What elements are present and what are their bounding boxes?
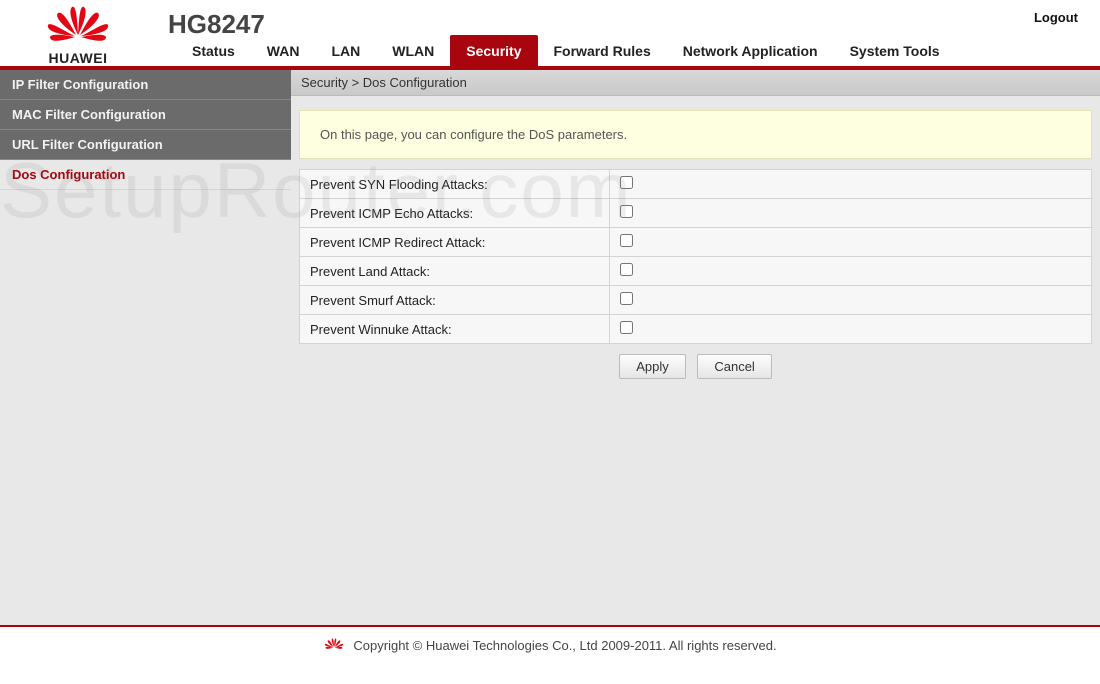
sidebar-item-url-filter-configuration[interactable]: URL Filter Configuration (0, 130, 291, 160)
setting-checkbox[interactable] (620, 321, 633, 334)
setting-checkbox[interactable] (620, 234, 633, 247)
setting-checkbox[interactable] (620, 176, 633, 189)
sidebar: IP Filter ConfigurationMAC Filter Config… (0, 70, 291, 625)
info-box: On this page, you can configure the DoS … (299, 110, 1092, 159)
setting-row: Prevent Smurf Attack: (300, 286, 1092, 315)
tab-system-tools[interactable]: System Tools (834, 35, 956, 66)
logo-block: HUAWEI (18, 5, 138, 66)
setting-input-cell (610, 228, 1092, 257)
setting-checkbox[interactable] (620, 263, 633, 276)
top-nav: StatusWANLANWLANSecurityForward RulesNet… (176, 35, 956, 66)
setting-row: Prevent SYN Flooding Attacks: (300, 170, 1092, 199)
logout-link[interactable]: Logout (1034, 10, 1078, 25)
setting-row: Prevent ICMP Redirect Attack: (300, 228, 1092, 257)
sidebar-item-dos-configuration[interactable]: Dos Configuration (0, 160, 291, 190)
cancel-button[interactable]: Cancel (697, 354, 771, 379)
setting-label: Prevent Winnuke Attack: (300, 315, 610, 344)
tab-forward-rules[interactable]: Forward Rules (538, 35, 667, 66)
sidebar-item-mac-filter-configuration[interactable]: MAC Filter Configuration (0, 100, 291, 130)
tab-wlan[interactable]: WLAN (376, 35, 450, 66)
setting-row: Prevent ICMP Echo Attacks: (300, 199, 1092, 228)
setting-label: Prevent ICMP Echo Attacks: (300, 199, 610, 228)
tab-status[interactable]: Status (176, 35, 251, 66)
tab-wan[interactable]: WAN (251, 35, 316, 66)
setting-label: Prevent ICMP Redirect Attack: (300, 228, 610, 257)
footer-logo-icon (323, 635, 345, 656)
footer: Copyright © Huawei Technologies Co., Ltd… (0, 625, 1100, 670)
setting-row: Prevent Land Attack: (300, 257, 1092, 286)
footer-text: Copyright © Huawei Technologies Co., Ltd… (353, 638, 776, 653)
setting-checkbox[interactable] (620, 205, 633, 218)
tab-security[interactable]: Security (450, 35, 537, 66)
setting-input-cell (610, 286, 1092, 315)
setting-row: Prevent Winnuke Attack: (300, 315, 1092, 344)
header: HUAWEI HG8247 Logout StatusWANLANWLANSec… (0, 0, 1100, 66)
brand-text: HUAWEI (49, 50, 108, 66)
sidebar-item-ip-filter-configuration[interactable]: IP Filter Configuration (0, 70, 291, 100)
action-row: Apply Cancel (299, 344, 1092, 389)
setting-input-cell (610, 257, 1092, 286)
main-panel: Security > Dos Configuration On this pag… (291, 70, 1100, 625)
setting-input-cell (610, 199, 1092, 228)
setting-input-cell (610, 170, 1092, 199)
settings-table: Prevent SYN Flooding Attacks:Prevent ICM… (299, 169, 1092, 344)
breadcrumb: Security > Dos Configuration (291, 70, 1100, 96)
setting-input-cell (610, 315, 1092, 344)
tab-lan[interactable]: LAN (315, 35, 376, 66)
setting-label: Prevent Smurf Attack: (300, 286, 610, 315)
setting-label: Prevent SYN Flooding Attacks: (300, 170, 610, 199)
huawei-logo-icon (42, 5, 114, 48)
apply-button[interactable]: Apply (619, 354, 686, 379)
tab-network-application[interactable]: Network Application (667, 35, 834, 66)
setting-checkbox[interactable] (620, 292, 633, 305)
setting-label: Prevent Land Attack: (300, 257, 610, 286)
